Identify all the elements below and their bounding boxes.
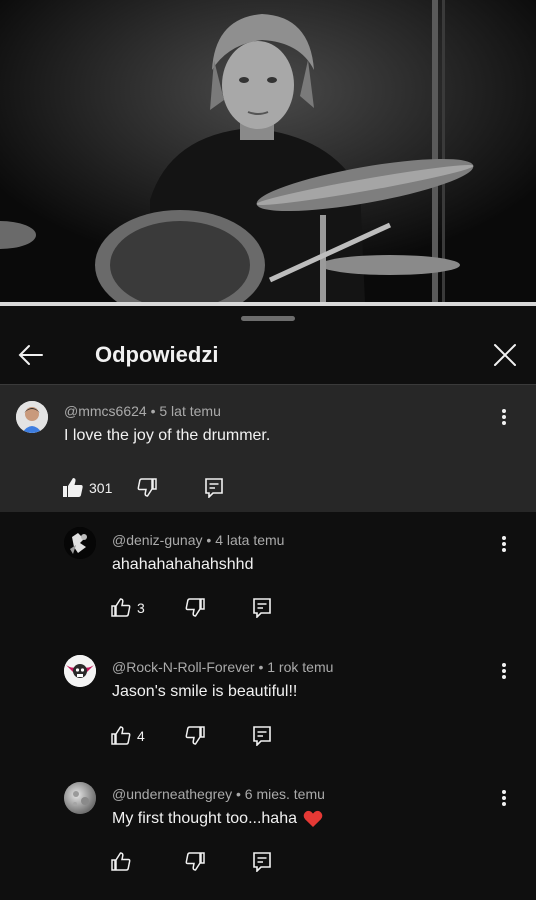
sheet-header: Odpowiedzi: [0, 324, 536, 384]
more-vertical-icon: [502, 409, 506, 425]
reply-icon: [205, 478, 223, 498]
more-vertical-icon: [502, 663, 506, 679]
comment-meta: @Rock-N-Roll-Forever • 1 rok temu: [112, 659, 333, 675]
heart-icon: [303, 810, 323, 827]
avatar[interactable]: [64, 655, 96, 687]
meta-separator: •: [146, 403, 160, 419]
like-icon: [111, 852, 131, 871]
comment-author[interactable]: @mmcs6624: [64, 403, 147, 419]
like-button[interactable]: 301: [63, 478, 112, 497]
more-button[interactable]: [492, 405, 516, 429]
comment-author[interactable]: @underneathegrey: [112, 786, 232, 802]
more-button[interactable]: [492, 532, 516, 556]
like-count: 3: [137, 599, 145, 616]
dislike-icon: [185, 598, 205, 617]
avatar[interactable]: [64, 527, 96, 559]
comment-time: 5 lat temu: [159, 403, 221, 419]
dislike-button[interactable]: [185, 726, 205, 745]
comment-text-row: My first thought too...haha: [112, 810, 323, 828]
comment-time: 4 lata temu: [215, 532, 285, 548]
reply-button[interactable]: [253, 598, 271, 618]
back-arrow-icon: [18, 345, 43, 365]
comment-author[interactable]: @Rock-N-Roll-Forever: [112, 659, 255, 675]
meta-separator: •: [254, 659, 268, 675]
avatar[interactable]: [64, 782, 96, 814]
reply-button[interactable]: [253, 852, 271, 872]
like-icon: [111, 598, 131, 617]
close-icon: [494, 344, 516, 366]
reply-icon: [253, 598, 271, 618]
avatar-image: [64, 655, 96, 687]
reply-icon: [253, 726, 271, 746]
more-vertical-icon: [502, 790, 506, 806]
replies-sheet: Odpowiedzi @mmcs6624 • 5 lat temu I love…: [0, 306, 536, 900]
meta-separator: •: [202, 532, 216, 548]
parent-comment: @mmcs6624 • 5 lat temu I love the joy of…: [0, 385, 536, 512]
comment-author[interactable]: @deniz-gunay: [112, 532, 203, 548]
avatar[interactable]: [16, 401, 48, 433]
comment-text: ahahahahahahshhd: [112, 556, 254, 573]
video-player[interactable]: [0, 0, 536, 302]
heart-emoji: [303, 810, 323, 828]
dislike-button[interactable]: [185, 598, 205, 617]
more-button[interactable]: [492, 786, 516, 810]
reply-button[interactable]: [253, 726, 271, 746]
dislike-icon: [185, 852, 205, 871]
dislike-icon: [185, 726, 205, 745]
more-button[interactable]: [492, 659, 516, 683]
avatar-image: [64, 782, 96, 814]
like-count: 301: [89, 479, 113, 496]
comment-time: 6 mies. temu: [244, 786, 325, 802]
reply-button[interactable]: [205, 478, 223, 498]
comment-text: Jason's smile is beautiful!!: [112, 683, 298, 700]
like-count: 4: [137, 727, 145, 744]
like-button[interactable]: [111, 852, 131, 871]
like-icon: [111, 726, 131, 745]
like-button[interactable]: 3: [111, 598, 145, 617]
dislike-icon: [137, 478, 157, 497]
like-button[interactable]: 4: [111, 726, 145, 745]
close-button[interactable]: [488, 338, 522, 372]
comment-meta: @deniz-gunay • 4 lata temu: [112, 532, 284, 548]
comment-text: My first thought too...haha: [112, 810, 297, 827]
avatar-image: [16, 401, 48, 433]
drag-handle[interactable]: [241, 316, 295, 321]
dislike-button[interactable]: [185, 852, 205, 871]
avatar-image: [64, 527, 96, 559]
more-vertical-icon: [502, 536, 506, 552]
video-frame-image: [0, 0, 536, 302]
comment-meta: @underneathegrey • 6 mies. temu: [112, 786, 325, 802]
reply-icon: [253, 852, 271, 872]
sheet-title: Odpowiedzi: [95, 342, 219, 367]
meta-separator: •: [232, 786, 245, 802]
comment-text: I love the joy of the drummer.: [64, 427, 271, 444]
comment-time: 1 rok temu: [267, 659, 334, 675]
back-button[interactable]: [14, 338, 48, 372]
dislike-button[interactable]: [137, 478, 157, 497]
comment-meta: @mmcs6624 • 5 lat temu: [64, 403, 221, 419]
like-icon: [63, 478, 83, 497]
